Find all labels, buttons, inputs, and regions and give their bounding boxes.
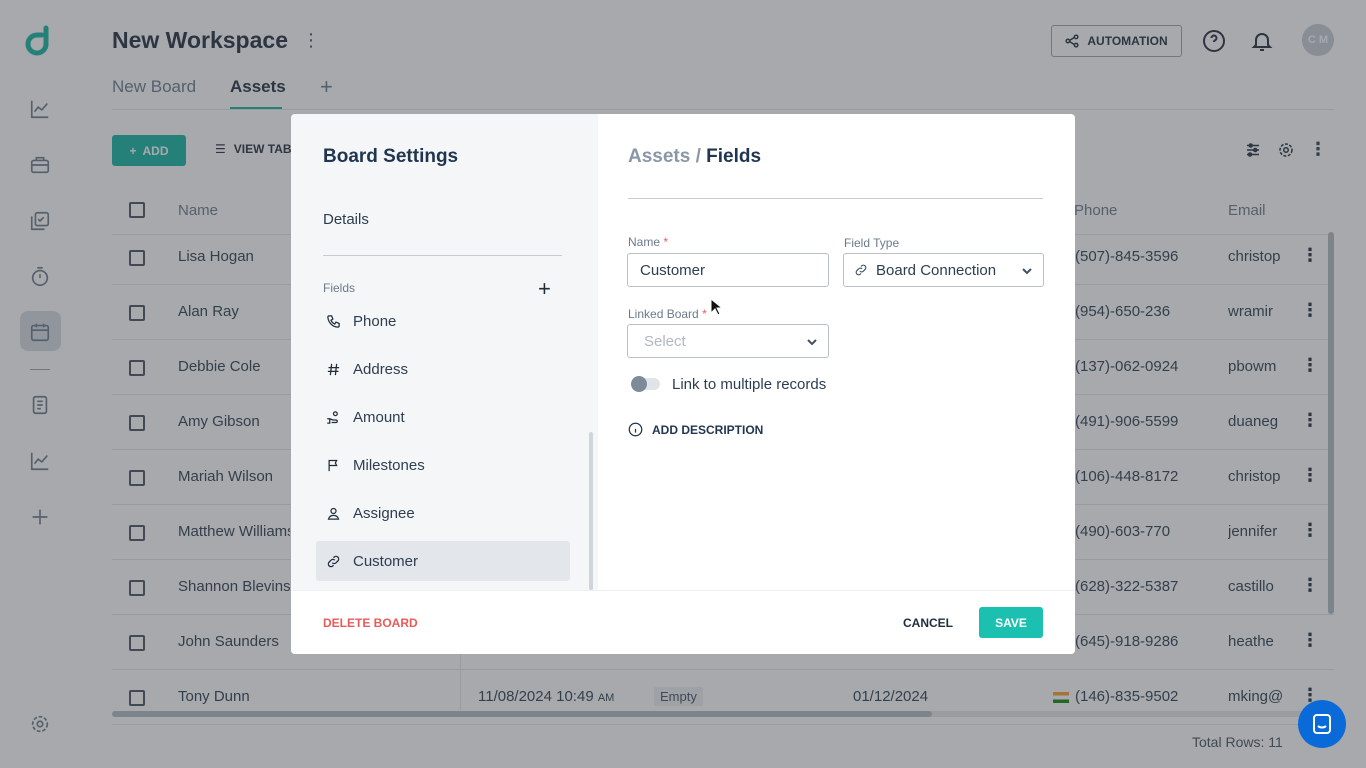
user-icon [327, 507, 340, 520]
breadcrumb-current: Fields [706, 146, 762, 167]
dialog-title: Board Settings [323, 146, 459, 167]
linked-board-label-text: Linked Board [628, 307, 699, 321]
flag-icon [328, 459, 338, 471]
chat-icon [1313, 714, 1331, 734]
toggle-knob [631, 376, 647, 392]
field-name-value: Customer [640, 261, 706, 279]
settings-side-panel: Board Settings Details Fields + Phone Ad… [291, 114, 598, 590]
field-item-assignee[interactable]: Assignee [316, 493, 570, 533]
link-multiple-records-toggle[interactable] [631, 376, 660, 392]
field-item-phone[interactable]: Phone [316, 301, 570, 341]
linked-board-placeholder: Select [644, 332, 686, 350]
chat-support-button[interactable] [1298, 700, 1346, 748]
field-item-label: Assignee [353, 504, 415, 522]
field-item-label: Milestones [353, 456, 425, 474]
money-hand-icon [327, 410, 338, 424]
link-icon [327, 555, 340, 567]
save-button[interactable]: SAVE [979, 607, 1043, 638]
name-label-text: Name [628, 235, 661, 249]
breadcrumb-separator: / [695, 146, 701, 167]
info-icon [628, 422, 643, 437]
add-description-label: ADD DESCRIPTION [652, 422, 764, 437]
chevron-down-icon [806, 335, 818, 347]
field-type-label: Field Type [844, 236, 900, 250]
field-item-milestones[interactable]: Milestones [316, 445, 570, 485]
add-description-button[interactable]: ADD DESCRIPTION [628, 422, 763, 437]
link-icon [855, 264, 867, 276]
field-item-label: Customer [353, 552, 419, 570]
toggle-label: Link to multiple records [672, 376, 827, 393]
field-name-input[interactable]: Customer [627, 253, 829, 287]
field-type-select[interactable]: Board Connection [843, 253, 1044, 287]
field-item-label: Phone [353, 312, 397, 330]
delete-board-button[interactable]: DELETE BOARD [323, 616, 418, 630]
details-nav-item[interactable]: Details [323, 211, 369, 228]
board-settings-dialog: Board Settings Details Fields + Phone Ad… [291, 114, 1075, 654]
side-panel-divider [323, 255, 562, 256]
linked-board-select[interactable]: Select [627, 324, 829, 358]
name-field-label: Name * [628, 235, 668, 249]
breadcrumb-divider [628, 198, 1043, 199]
breadcrumb: Assets / Fields [628, 146, 761, 168]
field-item-address[interactable]: Address [316, 349, 570, 389]
hash-icon [327, 363, 340, 375]
field-item-customer[interactable]: Customer [316, 541, 570, 581]
fields-section-label: Fields [323, 281, 356, 295]
mouse-cursor-icon [710, 298, 722, 316]
side-panel-scrollbar[interactable] [589, 432, 593, 590]
dialog-footer: DELETE BOARD CANCEL SAVE [291, 590, 1075, 654]
chevron-down-icon [1021, 264, 1033, 276]
field-item-label: Address [353, 360, 409, 378]
required-mark: * [663, 235, 669, 249]
field-item-amount[interactable]: Amount [316, 397, 570, 437]
phone-icon [327, 314, 340, 328]
breadcrumb-parent[interactable]: Assets [628, 146, 690, 167]
add-field-button[interactable]: + [538, 276, 551, 302]
required-mark: * [702, 307, 707, 321]
linked-board-label: Linked Board * [628, 307, 707, 321]
cancel-button[interactable]: CANCEL [903, 616, 953, 630]
field-type-value: Board Connection [876, 261, 997, 279]
field-item-label: Amount [353, 408, 405, 426]
